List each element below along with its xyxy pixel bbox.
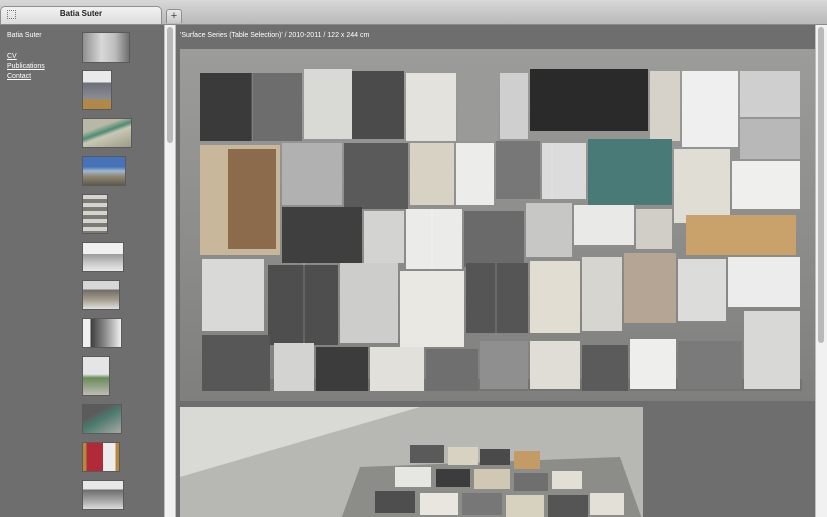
thumbnail[interactable] [82,194,108,234]
main-scroll-thumb[interactable] [818,27,824,343]
artwork-caption: 'Surface Series (Table Selection)' / 201… [180,32,370,39]
thumbnail[interactable] [82,156,126,186]
sidebar-frame: Batia Suter CV Publications Contact [0,25,164,517]
thumbnail[interactable] [82,318,122,348]
thumbnail[interactable] [82,356,110,396]
artwork-collage [180,49,815,401]
artist-name: Batia Suter [7,32,42,39]
browser-tab-bar: Batia Suter + [0,0,827,25]
sidebar-scroll-thumb[interactable] [167,27,173,143]
new-tab-button[interactable]: + [166,9,182,23]
thumbnail[interactable] [82,70,112,110]
main-scrollbar[interactable] [815,25,827,517]
thumbnail[interactable] [82,32,130,63]
nav-link-contact[interactable]: Contact [7,72,45,82]
nav-link-publications[interactable]: Publications [7,62,45,72]
main-frame: 'Surface Series (Table Selection)' / 201… [176,25,815,517]
sidebar-scrollbar[interactable] [164,25,176,517]
thumbnail[interactable] [82,480,124,510]
browser-tab[interactable]: Batia Suter [0,6,162,24]
thumbnail[interactable] [82,118,132,148]
artwork-image [180,49,815,401]
artwork-installation-photo [180,407,643,517]
thumbnail[interactable] [82,242,124,272]
sidebar-nav: CV Publications Contact [7,52,45,82]
tab-title: Batia Suter [59,9,103,18]
thumbnail[interactable] [82,442,120,472]
thumbnail[interactable] [82,280,120,310]
artwork-image-secondary [180,407,643,517]
thumbnail[interactable] [82,404,122,434]
nav-link-cv[interactable]: CV [7,52,45,62]
